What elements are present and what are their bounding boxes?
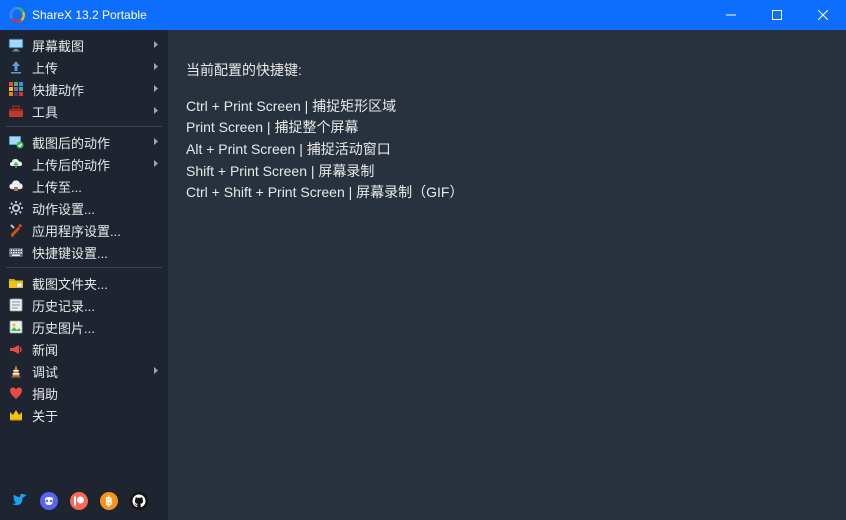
- chevron-right-icon: [152, 138, 160, 146]
- sidebar-item-label: 工具: [32, 102, 152, 121]
- github-icon[interactable]: [128, 490, 150, 512]
- toolbox-icon: [8, 103, 24, 119]
- chevron-right-icon: [152, 41, 160, 49]
- titlebar[interactable]: ShareX 13.2 Portable: [0, 0, 846, 30]
- sidebar-menu: 屏幕截图上传快捷动作工具截图后的动作上传后的动作上传至... 动作设置... 应用程…: [0, 34, 168, 426]
- main-content: 当前配置的快捷键: Ctrl + Print Screen | 捕捉矩形区域Pr…: [168, 30, 846, 520]
- sidebar-item-label: 新闻: [32, 340, 160, 359]
- body: 屏幕截图上传快捷动作工具截图后的动作上传后的动作上传至... 动作设置... 应用程…: [0, 30, 846, 520]
- sidebar-item-label: 动作设置...: [32, 199, 160, 218]
- monitor-icon: [8, 37, 24, 53]
- bitcoin-icon[interactable]: [98, 490, 120, 512]
- hotkey-line: Alt + Print Screen | 捕捉活动窗口: [186, 139, 828, 161]
- sidebar-item[interactable]: 历史图片...: [0, 316, 168, 338]
- keyboard-icon: [8, 244, 24, 260]
- sidebar-spacer: [0, 426, 168, 484]
- sidebar-item-label: 关于: [32, 406, 160, 425]
- chevron-right-icon: [152, 160, 160, 168]
- sidebar-item[interactable]: 新闻: [0, 338, 168, 360]
- patreon-icon[interactable]: [68, 490, 90, 512]
- grid-icon: [8, 81, 24, 97]
- hotkey-line: Shift + Print Screen | 屏幕录制: [186, 161, 828, 183]
- sidebar: 屏幕截图上传快捷动作工具截图后的动作上传后的动作上传至... 动作设置... 应用程…: [0, 30, 168, 520]
- sidebar-item[interactable]: 快捷动作: [0, 78, 168, 100]
- sidebar-item[interactable]: 上传至...: [0, 175, 168, 197]
- chevron-right-icon: [152, 63, 160, 71]
- chevron-right-icon: [152, 85, 160, 93]
- crown-icon: [8, 407, 24, 423]
- window-title: ShareX 13.2 Portable: [32, 8, 708, 22]
- app-icon: [8, 6, 26, 24]
- history-icon: [8, 297, 24, 313]
- hotkeys-heading: 当前配置的快捷键:: [186, 60, 828, 82]
- sidebar-item[interactable]: 上传后的动作: [0, 153, 168, 175]
- sidebar-item-label: 历史图片...: [32, 318, 160, 337]
- sidebar-item[interactable]: 应用程序设置...: [0, 219, 168, 241]
- separator: [6, 126, 162, 127]
- cone-icon: [8, 363, 24, 379]
- twitter-icon[interactable]: [8, 490, 30, 512]
- upload-icon: [8, 59, 24, 75]
- sidebar-item-label: 上传至...: [32, 177, 160, 196]
- folder-icon: [8, 275, 24, 291]
- wrench-icon: [8, 222, 24, 238]
- sidebar-item-label: 上传后的动作: [32, 155, 152, 174]
- sidebar-item-label: 截图文件夹...: [32, 274, 160, 293]
- sidebar-item-label: 截图后的动作: [32, 133, 152, 152]
- image-history-icon: [8, 319, 24, 335]
- sidebar-item[interactable]: 截图后的动作: [0, 131, 168, 153]
- sidebar-item-label: 应用程序设置...: [32, 221, 160, 240]
- sidebar-item[interactable]: 动作设置...: [0, 197, 168, 219]
- sidebar-item[interactable]: 历史记录...: [0, 294, 168, 316]
- sidebar-item-label: 调试: [32, 362, 152, 381]
- hotkeys-list: Ctrl + Print Screen | 捕捉矩形区域Print Screen…: [186, 96, 828, 204]
- sidebar-item[interactable]: 捐助: [0, 382, 168, 404]
- sidebar-item[interactable]: 上传: [0, 56, 168, 78]
- hotkey-line: Ctrl + Shift + Print Screen | 屏幕录制（GIF）: [186, 182, 828, 204]
- dest-icon: [8, 178, 24, 194]
- sidebar-item-label: 历史记录...: [32, 296, 160, 315]
- megaphone-icon: [8, 341, 24, 357]
- hotkey-line: Print Screen | 捕捉整个屏幕: [186, 117, 828, 139]
- sidebar-item[interactable]: 工具: [0, 100, 168, 122]
- separator: [6, 267, 162, 268]
- discord-icon[interactable]: [38, 490, 60, 512]
- after-capture-icon: [8, 134, 24, 150]
- sidebar-item-label: 上传: [32, 58, 152, 77]
- chevron-right-icon: [152, 367, 160, 375]
- window-controls: [708, 0, 846, 30]
- sidebar-item[interactable]: 调试: [0, 360, 168, 382]
- app-window: ShareX 13.2 Portable 屏幕截图上传快捷动作工具截图后的动作上…: [0, 0, 846, 520]
- chevron-right-icon: [152, 107, 160, 115]
- minimize-button[interactable]: [708, 0, 754, 30]
- sidebar-item[interactable]: 屏幕截图: [0, 34, 168, 56]
- sidebar-item[interactable]: 关于: [0, 404, 168, 426]
- gear-icon: [8, 200, 24, 216]
- hotkey-line: Ctrl + Print Screen | 捕捉矩形区域: [186, 96, 828, 118]
- heart-icon: [8, 385, 24, 401]
- sidebar-item[interactable]: 截图文件夹...: [0, 272, 168, 294]
- sidebar-item-label: 快捷动作: [32, 80, 152, 99]
- maximize-button[interactable]: [754, 0, 800, 30]
- sidebar-item-label: 捐助: [32, 384, 160, 403]
- close-button[interactable]: [800, 0, 846, 30]
- sidebar-item[interactable]: 快捷键设置...: [0, 241, 168, 263]
- sidebar-item-label: 屏幕截图: [32, 36, 152, 55]
- after-upload-icon: [8, 156, 24, 172]
- sidebar-item-label: 快捷键设置...: [32, 243, 160, 262]
- bottom-icons: [0, 484, 168, 520]
